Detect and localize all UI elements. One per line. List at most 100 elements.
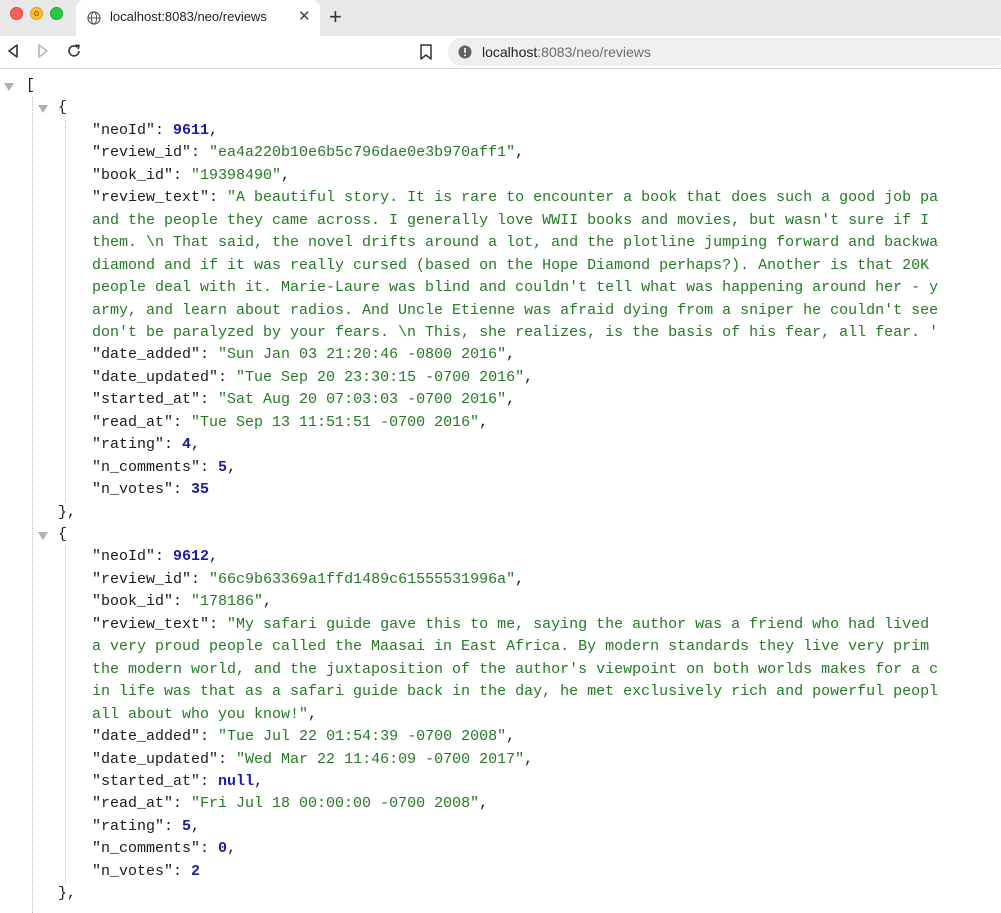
collapse-toggle-icon[interactable] bbox=[38, 532, 48, 540]
comma: , bbox=[515, 570, 525, 588]
json-key: "date_added" bbox=[92, 346, 201, 364]
comma: , bbox=[524, 368, 534, 386]
collapse-toggle-icon[interactable] bbox=[4, 83, 14, 91]
indent-guide bbox=[32, 97, 33, 913]
key-separator: : bbox=[200, 391, 219, 409]
json-value: "Wed Mar 22 11:46:09 -0700 2017" bbox=[236, 750, 525, 768]
close-tab-icon[interactable]: ✕ bbox=[298, 8, 311, 26]
string-continuation: them. \n That said, the novel drifts aro… bbox=[92, 234, 939, 252]
json-key: "date_added" bbox=[92, 728, 201, 746]
json-string-continuation: army, and learn about radios. And Uncle … bbox=[92, 300, 938, 322]
address-bar[interactable]: localhost:8083/neo/reviews bbox=[448, 38, 1001, 66]
comma: , bbox=[308, 705, 318, 723]
minimize-window-button[interactable] bbox=[30, 7, 43, 20]
new-tab-button[interactable]: + bbox=[329, 4, 342, 30]
key-separator: : bbox=[173, 593, 192, 611]
json-field-row: "review_id": "66c9b63369a1ffd1489c615555… bbox=[92, 569, 524, 591]
browser-tab[interactable]: localhost:8083/neo/reviews ✕ bbox=[76, 0, 320, 36]
key-separator: : bbox=[209, 615, 228, 633]
record-close-brace: }, bbox=[58, 503, 77, 521]
key-separator: : bbox=[173, 166, 192, 184]
json-value: "Tue Jul 22 01:54:39 -0700 2008" bbox=[218, 728, 507, 746]
key-separator: : bbox=[155, 548, 174, 566]
json-string-continuation: people deal with it. Marie-Laure was bli… bbox=[92, 277, 938, 299]
json-key: "n_votes" bbox=[92, 481, 174, 499]
json-field-row: "n_votes": 2 bbox=[92, 861, 200, 883]
globe-icon bbox=[87, 11, 101, 25]
json-string-continuation: don't be paralyzed by your fears. \n Thi… bbox=[92, 322, 938, 344]
info-icon[interactable] bbox=[458, 45, 472, 59]
record-open: { bbox=[58, 524, 67, 546]
maximize-window-button[interactable] bbox=[50, 7, 63, 20]
comma: , bbox=[515, 144, 525, 162]
comma: , bbox=[506, 728, 516, 746]
string-continuation: and the people they came across. I gener… bbox=[92, 211, 930, 229]
json-value: "Tue Sep 20 23:30:15 -0700 2016" bbox=[236, 368, 525, 386]
comma: , bbox=[263, 593, 273, 611]
key-separator: : bbox=[191, 144, 210, 162]
comma: , bbox=[191, 436, 201, 454]
json-value: null bbox=[218, 772, 255, 790]
json-key: "review_text" bbox=[92, 615, 210, 633]
collapse-toggle-icon[interactable] bbox=[38, 105, 48, 114]
json-field-row: "n_comments": 0, bbox=[92, 838, 236, 860]
json-value: "Sat Aug 20 07:03:03 -0700 2016" bbox=[218, 391, 507, 409]
json-value: 5 bbox=[182, 817, 192, 835]
comma: , bbox=[506, 391, 516, 409]
json-key: "review_text" bbox=[92, 189, 210, 207]
key-separator: : bbox=[173, 413, 192, 431]
indent-guide bbox=[65, 119, 66, 502]
string-continuation: a very proud people called the Maasai in… bbox=[92, 638, 930, 656]
json-field-row: "review_text": "A beautiful story. It is… bbox=[92, 187, 938, 209]
close-window-button[interactable] bbox=[10, 7, 23, 20]
string-continuation: the modern world, and the juxtaposition … bbox=[92, 660, 939, 678]
key-separator: : bbox=[200, 728, 219, 746]
json-key: "date_updated" bbox=[92, 750, 219, 768]
comma: , bbox=[209, 548, 219, 566]
json-field-row: "date_added": "Tue Jul 22 01:54:39 -0700… bbox=[92, 726, 515, 748]
key-separator: : bbox=[191, 570, 210, 588]
json-field-row: "read_at": "Fri Jul 18 00:00:00 -0700 20… bbox=[92, 793, 488, 815]
comma: , bbox=[254, 772, 264, 790]
reload-icon[interactable] bbox=[65, 42, 83, 60]
json-key: "read_at" bbox=[92, 795, 174, 813]
json-string-continuation: diamond and if it was really cursed (bas… bbox=[92, 255, 929, 277]
json-key: "rating" bbox=[92, 436, 165, 454]
key-separator: : bbox=[218, 368, 237, 386]
string-continuation: in life was that as a safari guide back … bbox=[92, 683, 939, 701]
bookmark-icon[interactable] bbox=[419, 44, 433, 60]
back-arrow-icon[interactable] bbox=[4, 42, 22, 60]
json-field-row: "started_at": null, bbox=[92, 771, 263, 793]
json-value: "66c9b63369a1ffd1489c61555531996a" bbox=[209, 570, 516, 588]
json-field-row: "rating": 4, bbox=[92, 434, 200, 456]
json-value: 9612 bbox=[173, 548, 210, 566]
indent-guide bbox=[65, 546, 66, 884]
json-value: "19398490" bbox=[191, 166, 282, 184]
json-field-row: "date_updated": "Wed Mar 22 11:46:09 -07… bbox=[92, 749, 533, 771]
root-open-bracket: [ bbox=[26, 77, 36, 94]
json-string-continuation: the modern world, and the juxtaposition … bbox=[92, 659, 938, 681]
json-value: "178186" bbox=[191, 593, 264, 611]
json-key: "rating" bbox=[92, 817, 165, 835]
json-key: "book_id" bbox=[92, 593, 174, 611]
forward-arrow-icon[interactable] bbox=[34, 42, 52, 60]
json-field-row: "started_at": "Sat Aug 20 07:03:03 -0700… bbox=[92, 389, 515, 411]
json-field-row: "book_id": "178186", bbox=[92, 591, 272, 613]
string-continuation: army, and learn about radios. And Uncle … bbox=[92, 301, 939, 319]
json-field-row: "n_comments": 5, bbox=[92, 457, 236, 479]
comma: , bbox=[281, 166, 291, 184]
json-value: 2 bbox=[191, 862, 201, 880]
json-value: "Sun Jan 03 21:20:46 -0800 2016" bbox=[218, 346, 507, 364]
key-separator: : bbox=[209, 189, 228, 207]
json-value: 0 bbox=[218, 840, 228, 858]
json-field-row: "n_votes": 35 bbox=[92, 479, 209, 501]
json-value: 4 bbox=[182, 436, 192, 454]
comma: , bbox=[209, 121, 219, 139]
comma: , bbox=[227, 840, 237, 858]
key-separator: : bbox=[200, 458, 219, 476]
comma: , bbox=[191, 817, 201, 835]
browser-toolbar: localhost:8083/neo/reviews bbox=[0, 36, 1001, 69]
json-viewer: [{"neoId": 9611, "review_id": "ea4a220b10… bbox=[0, 69, 1001, 913]
json-key: "n_comments" bbox=[92, 458, 201, 476]
json-field-row: "neoId": 9611, bbox=[92, 120, 218, 142]
